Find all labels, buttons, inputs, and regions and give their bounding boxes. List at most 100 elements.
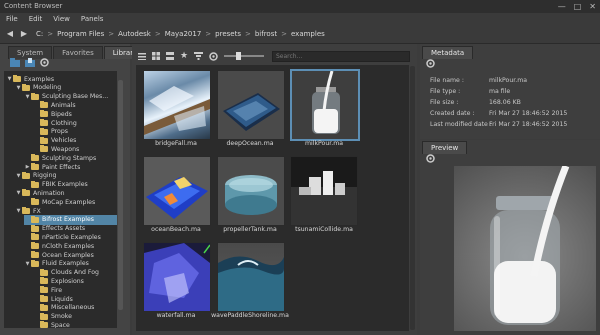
thumbnail-label: wavePaddleShoreline.ma xyxy=(211,312,289,319)
tree-item[interactable]: Space xyxy=(33,320,117,328)
menu-panels[interactable]: Panels xyxy=(75,13,109,25)
meta-label: File name : xyxy=(430,77,464,84)
breadcrumb-item[interactable]: Autodesk xyxy=(118,30,151,38)
thumbnail-tsunamicollide[interactable] xyxy=(290,156,358,226)
folder-icon xyxy=(31,251,39,258)
breadcrumb-item[interactable]: Program Files xyxy=(57,30,104,38)
folder-icon xyxy=(40,303,48,311)
thumbnail-waterfall[interactable] xyxy=(143,242,211,312)
back-icon[interactable]: ◀ xyxy=(4,28,16,40)
milk-jar-preview xyxy=(490,166,570,325)
tree-item-label: Smoke xyxy=(51,313,72,321)
gear-icon[interactable] xyxy=(40,58,49,67)
tree-item-label: MoCap Examples xyxy=(42,198,96,206)
folder-icon xyxy=(40,127,48,135)
maximize-icon[interactable]: □ xyxy=(574,2,582,11)
filter-icon[interactable] xyxy=(194,52,204,60)
star-icon[interactable]: ★ xyxy=(180,51,188,61)
tree-item-label: nCloth Examples xyxy=(42,242,95,250)
thumbnail-wavepaddleshoreline[interactable] xyxy=(217,242,285,312)
breadcrumb-item[interactable]: C: xyxy=(36,30,43,38)
tree-item-label: Weapons xyxy=(51,145,80,153)
breadcrumb-item[interactable]: presets xyxy=(215,30,241,38)
folder-icon xyxy=(22,207,30,214)
gear-icon[interactable] xyxy=(426,59,435,68)
tree-item-label: Miscellaneous xyxy=(51,304,95,312)
expand-arrow-icon[interactable]: ▼ xyxy=(15,208,22,214)
folder-icon xyxy=(22,83,30,91)
menu-file[interactable]: File xyxy=(0,13,23,25)
slider-handle[interactable] xyxy=(236,52,242,60)
forward-icon[interactable]: ▶ xyxy=(18,28,30,40)
folder-icon xyxy=(22,171,30,179)
folder-icon xyxy=(40,145,48,153)
thumbnail-oceanbeach[interactable] xyxy=(143,156,211,226)
breadcrumb-item[interactable]: bifrost xyxy=(255,30,277,38)
menu-view[interactable]: View xyxy=(47,13,75,25)
title-bar: Content Browser — □ ✕ xyxy=(0,0,600,13)
tree-item-label: Animals xyxy=(51,101,76,109)
tree-item-label: Bifrost Examples xyxy=(42,216,95,224)
import-icon[interactable] xyxy=(25,58,35,67)
chevron-right-icon: > xyxy=(154,30,161,38)
tree-scrollbar[interactable] xyxy=(118,80,123,310)
folder-icon xyxy=(40,312,48,320)
tree-item-label: Fluid Examples xyxy=(42,260,89,268)
tree-item-label: Ocean Examples xyxy=(42,251,94,259)
folder-icon xyxy=(40,268,48,276)
thumbnail-bridgefall[interactable] xyxy=(143,70,211,140)
tree-item-label: Clouds And Fog xyxy=(51,269,99,277)
folder-icon xyxy=(31,215,39,223)
meta-label: Created date : xyxy=(430,110,475,117)
chevron-right-icon: > xyxy=(244,30,251,38)
new-folder-icon[interactable] xyxy=(10,58,20,67)
tree-item-label: Effects Assets xyxy=(42,225,86,233)
collapse-arrow-icon[interactable]: ▶ xyxy=(24,164,31,170)
thumbnail-propellertank[interactable] xyxy=(217,156,285,226)
breadcrumb: C: > Program Files > Autodesk > Maya2017 > p… xyxy=(36,30,325,38)
tree-item-label: Examples xyxy=(24,75,55,83)
path-bar: ◀ ▶ C: > Program Files > Autodesk > Maya201… xyxy=(0,25,600,44)
folder-icon xyxy=(22,189,30,197)
folder-icon xyxy=(40,286,48,294)
breadcrumb-item[interactable]: Maya2017 xyxy=(165,30,202,38)
minimize-icon[interactable]: — xyxy=(558,2,566,11)
thumbnail-deepocean[interactable] xyxy=(217,70,285,140)
expand-arrow-icon[interactable]: ▼ xyxy=(24,261,31,267)
thumbnail-size-slider[interactable] xyxy=(224,52,265,60)
folder-icon xyxy=(40,277,48,285)
thumbnail-label: milkPour.ma xyxy=(304,140,344,147)
tree-item-label: Bipeds xyxy=(51,110,72,118)
folder-icon xyxy=(31,154,39,162)
grid-scrollbar[interactable] xyxy=(410,66,415,330)
gear-icon[interactable] xyxy=(426,154,435,163)
tree-item-label: Explosions xyxy=(51,277,84,285)
search-field[interactable]: Search... xyxy=(272,51,410,62)
grid-view-icon[interactable] xyxy=(152,52,160,60)
folder-icon xyxy=(31,242,39,250)
breadcrumb-item[interactable]: examples xyxy=(291,30,325,38)
tree-item-label: nParticle Examples xyxy=(42,233,101,241)
menu-edit[interactable]: Edit xyxy=(23,13,48,25)
settings-icon[interactable] xyxy=(209,51,218,61)
tree-item-label: Sculpting Base Mes... xyxy=(42,93,109,101)
thumbnail-milkpour[interactable] xyxy=(290,69,360,141)
expand-arrow-icon[interactable]: ▼ xyxy=(6,76,13,82)
meta-value: Fri Mar 27 18:46:52 2015 xyxy=(489,121,568,128)
tiles-view-icon[interactable] xyxy=(166,52,174,60)
folder-icon xyxy=(13,75,21,82)
expand-arrow-icon[interactable]: ▼ xyxy=(15,173,22,179)
expand-arrow-icon[interactable]: ▼ xyxy=(15,85,22,91)
folder-icon xyxy=(40,321,48,328)
meta-value: Fri Mar 27 18:46:52 2015 xyxy=(489,110,568,117)
library-toolbar xyxy=(10,58,49,67)
expand-arrow-icon[interactable]: ▼ xyxy=(24,94,31,100)
tree-item-label: Space xyxy=(51,321,70,328)
folder-icon xyxy=(40,295,48,302)
list-view-icon[interactable] xyxy=(138,52,146,60)
expand-arrow-icon[interactable]: ▼ xyxy=(15,190,22,196)
tab-metadata[interactable]: Metadata xyxy=(422,46,474,59)
tab-favorites[interactable]: Favorites xyxy=(53,46,103,59)
tab-preview[interactable]: Preview xyxy=(422,141,468,154)
close-icon[interactable]: ✕ xyxy=(589,2,596,11)
